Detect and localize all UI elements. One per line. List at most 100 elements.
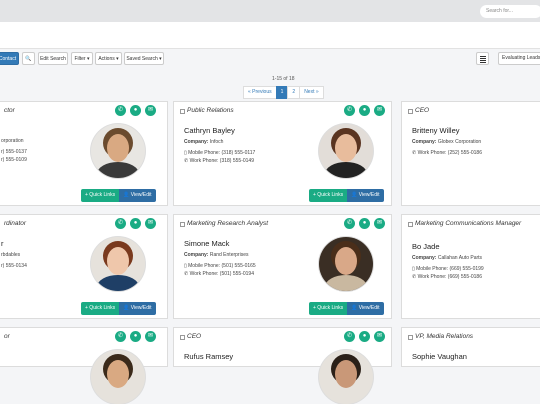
- card-actions: ✆ ● ✉: [340, 105, 385, 116]
- work-phone: ✆ Work Phone: (501) 555-0194: [184, 271, 254, 277]
- list-view-icon[interactable]: [476, 52, 489, 65]
- phone: r) 555-0109: [1, 157, 27, 163]
- email-icon[interactable]: ✉: [145, 105, 156, 116]
- filter-button[interactable]: Filter ▾: [71, 52, 93, 65]
- contact-card: rdinator ✆ ● ✉ r rbdables r) 555-0134 + …: [0, 214, 168, 319]
- avatar: [319, 124, 373, 178]
- email-icon[interactable]: ✉: [374, 218, 385, 229]
- email-icon[interactable]: ✉: [374, 105, 385, 116]
- chat-icon[interactable]: ●: [359, 218, 370, 229]
- card-actions: ✆ ● ✉: [111, 105, 156, 116]
- view-edit-button[interactable]: 👤 View/Edit: [347, 189, 384, 202]
- contact-card: or ✆ ● ✉: [0, 327, 168, 404]
- mobile-phone: ▯ Mobile Phone: (669) 555-0199: [412, 266, 484, 272]
- phone-icon[interactable]: ✆: [344, 331, 355, 342]
- contact-card: Marketing Communications Manager Bo Jade…: [401, 214, 540, 319]
- phone-icon[interactable]: ✆: [344, 105, 355, 116]
- card-actions: ✆ ● ✉: [340, 331, 385, 342]
- work-phone: ✆ Work Phone: (669) 555-0186: [412, 274, 482, 280]
- contact-card: CEO ✆ ● ✉ Rufus Ramsey: [173, 327, 392, 404]
- work-phone: ✆ Work Phone: (252) 555-0186: [412, 150, 482, 156]
- contact-name: Cathryn Bayley: [184, 126, 235, 135]
- phone-icon[interactable]: ✆: [115, 105, 126, 116]
- search-icon: 🔍: [25, 56, 32, 62]
- select-checkbox[interactable]: [408, 222, 413, 227]
- top-bar: Search for...: [0, 0, 540, 22]
- email-icon[interactable]: ✉: [145, 218, 156, 229]
- contact-name: Britteny Willey: [412, 126, 460, 135]
- card-actions: ✆ ● ✉: [111, 218, 156, 229]
- select-checkbox[interactable]: [408, 335, 413, 340]
- contact-name: Bo Jade: [412, 242, 440, 251]
- contact-card: ctor ✆ ● ✉ orporation r) 555-0137 r) 555…: [0, 101, 168, 206]
- company: Company: Callahan Auto Parts: [412, 255, 483, 261]
- card-title: ctor: [4, 107, 15, 114]
- quick-links-button[interactable]: + Quick Links: [309, 302, 348, 315]
- next-button[interactable]: Next »: [299, 86, 324, 99]
- chat-icon[interactable]: ●: [359, 105, 370, 116]
- chat-icon[interactable]: ●: [130, 105, 141, 116]
- contact-button[interactable]: Contact: [0, 52, 19, 65]
- phone: r) 555-0137: [1, 149, 27, 155]
- card-buttons: + Quick Links 👤 View/Edit: [81, 302, 156, 315]
- contact-name: Simone Mack: [184, 239, 230, 248]
- card-buttons: + Quick Links 👤 View/Edit: [81, 189, 156, 202]
- card-title: CEO: [415, 107, 430, 114]
- phone: r) 555-0134: [1, 263, 27, 269]
- email-icon[interactable]: ✉: [374, 331, 385, 342]
- search-button[interactable]: 🔍: [22, 52, 35, 65]
- company: Company: Globex Corporation: [412, 139, 482, 145]
- previous-button[interactable]: « Previous: [243, 86, 277, 99]
- contact-card: VP, Media Relations Sophie Vaughan: [401, 327, 540, 367]
- contact-card: CEO Britteny Willey Company: Globex Corp…: [401, 101, 540, 206]
- company: orporation: [1, 138, 24, 144]
- card-buttons: + Quick Links 👤 View/Edit: [309, 302, 384, 315]
- select-checkbox[interactable]: [180, 109, 185, 114]
- avatar: [91, 350, 145, 404]
- quick-links-button[interactable]: + Quick Links: [309, 189, 348, 202]
- contact-card: Public Relations ✆ ● ✉ Cathryn Bayley Co…: [173, 101, 392, 206]
- chat-icon[interactable]: ●: [130, 218, 141, 229]
- saved-search-button[interactable]: Saved Search ▾: [124, 52, 164, 65]
- view-edit-button[interactable]: 👤 View/Edit: [347, 302, 384, 315]
- card-actions: ✆ ● ✉: [340, 218, 385, 229]
- card-title: Marketing Communications Manager: [415, 220, 522, 227]
- edit-search-button[interactable]: Edit Search: [38, 52, 68, 65]
- card-title: Marketing Research Analyst: [187, 220, 269, 227]
- select-checkbox[interactable]: [180, 222, 185, 227]
- toolbar: Contact 🔍 Edit Search Filter ▾ Actions ▾…: [0, 52, 540, 65]
- email-icon[interactable]: ✉: [145, 331, 156, 342]
- work-phone: ✆ Work Phone: (318) 555-0149: [184, 158, 254, 164]
- select-checkbox[interactable]: [180, 335, 185, 340]
- actions-button[interactable]: Actions ▾: [95, 52, 122, 65]
- search-input[interactable]: Search for...: [480, 5, 540, 18]
- card-title: rdinator: [4, 220, 27, 227]
- card-buttons: + Quick Links 👤 View/Edit: [309, 189, 384, 202]
- view-select[interactable]: Evaluating Leads: [498, 52, 540, 65]
- card-title: CEO: [187, 333, 202, 340]
- chat-icon[interactable]: ●: [359, 331, 370, 342]
- phone-icon[interactable]: ✆: [344, 218, 355, 229]
- view-edit-button[interactable]: 👤 View/Edit: [119, 189, 156, 202]
- card-actions: ✆ ● ✉: [111, 331, 156, 342]
- avatar: [91, 124, 145, 178]
- phone-icon[interactable]: ✆: [115, 331, 126, 342]
- contact-card: Marketing Research Analyst ✆ ● ✉ Simone …: [173, 214, 392, 319]
- phone-icon[interactable]: ✆: [115, 218, 126, 229]
- header-strip: [0, 22, 540, 49]
- company: Company: Infoch: [184, 139, 224, 145]
- mobile-phone: ▯ Mobile Phone: (501) 555-0165: [184, 263, 256, 269]
- chat-icon[interactable]: ●: [130, 331, 141, 342]
- avatar: [91, 237, 145, 291]
- quick-links-button[interactable]: + Quick Links: [81, 302, 120, 315]
- view-edit-button[interactable]: 👤 View/Edit: [119, 302, 156, 315]
- contact-name: r: [1, 239, 4, 248]
- result-count: 1-15 of 18: [272, 76, 295, 82]
- card-title: or: [4, 333, 10, 340]
- pagination: « Previous 1 2 Next »: [243, 86, 324, 99]
- quick-links-button[interactable]: + Quick Links: [81, 189, 120, 202]
- mobile-phone: ▯ Mobile Phone: (318) 555-0117: [184, 150, 256, 156]
- company: Company: Rand Enterprises: [184, 252, 249, 258]
- card-title: VP, Media Relations: [415, 333, 474, 340]
- select-checkbox[interactable]: [408, 109, 413, 114]
